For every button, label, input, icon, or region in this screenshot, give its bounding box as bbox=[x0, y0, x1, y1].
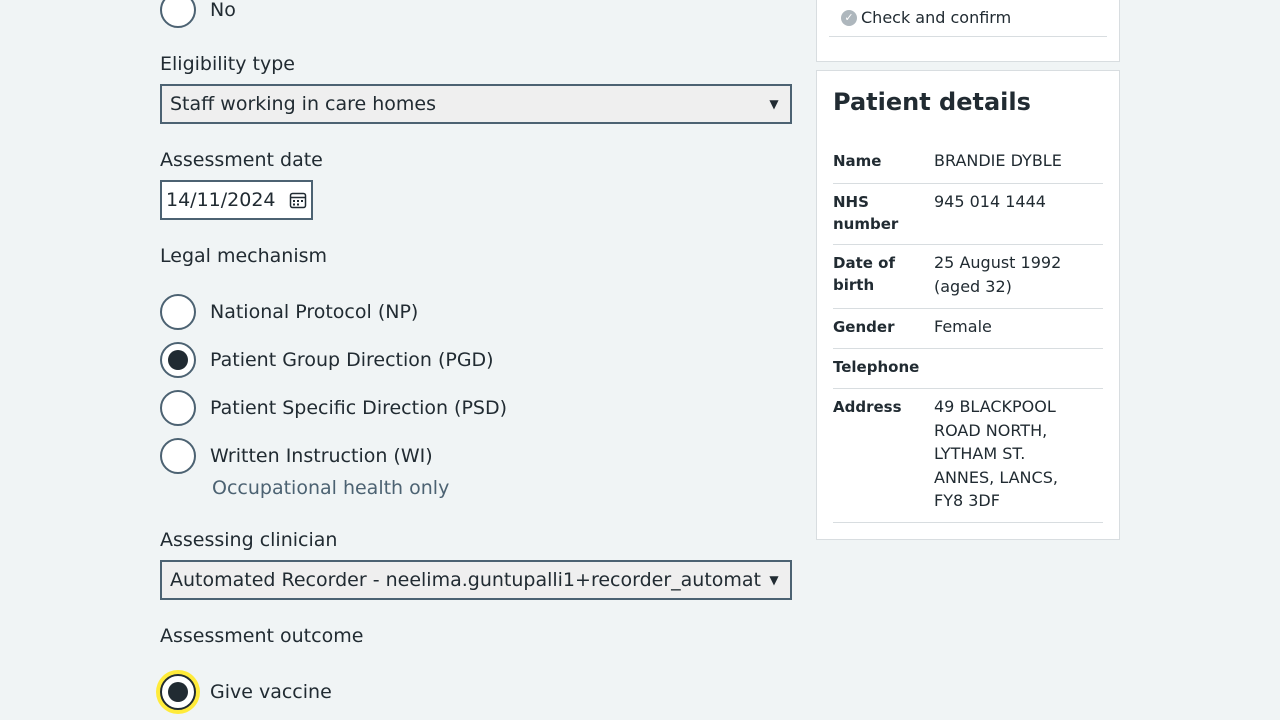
assessment-date-value: 14/11/2024 bbox=[166, 189, 276, 211]
detail-row-date-of-birth: Date of birth 25 August 1992 (aged 32) bbox=[833, 245, 1103, 309]
detail-value: 49 BLACKPOOL ROAD NORTH, LYTHAM ST. ANNE… bbox=[934, 397, 1058, 510]
radio-label: Patient Specific Direction (PSD) bbox=[210, 397, 508, 419]
radio-circle[interactable] bbox=[160, 438, 196, 474]
chevron-down-icon: ▼ bbox=[769, 573, 779, 587]
eligibility-type-select[interactable]: Staff working in care homes ▼ bbox=[160, 84, 792, 124]
detail-key: Telephone bbox=[833, 358, 920, 376]
assessment-outcome-label: Assessment outcome bbox=[160, 625, 364, 647]
written-instruction-hint: Occupational health only bbox=[212, 477, 450, 499]
radio-no[interactable]: No bbox=[160, 0, 236, 30]
chevron-down-icon: ▼ bbox=[769, 97, 779, 111]
radio-label: National Protocol (NP) bbox=[210, 301, 419, 323]
legal-mechanism-label: Legal mechanism bbox=[160, 245, 328, 267]
detail-key: Gender bbox=[833, 318, 895, 336]
radio-selected-dot bbox=[168, 350, 188, 370]
assessing-clinician-label: Assessing clinician bbox=[160, 529, 338, 551]
detail-value: 945 014 1444 bbox=[934, 192, 1046, 211]
detail-row-telephone: Telephone bbox=[833, 349, 1103, 389]
detail-key: Name bbox=[833, 152, 882, 170]
detail-key: Address bbox=[833, 398, 902, 416]
radio-no-label: No bbox=[210, 0, 236, 21]
radio-no-circle[interactable] bbox=[160, 0, 196, 28]
detail-value: 25 August 1992 (aged 32) bbox=[934, 253, 1062, 296]
assessing-clinician-select[interactable]: Automated Recorder - neelima.guntupalli1… bbox=[160, 560, 792, 600]
radio-label: Give vaccine bbox=[210, 681, 332, 703]
radio-circle-selected[interactable] bbox=[160, 342, 196, 378]
detail-value: Female bbox=[934, 317, 992, 336]
detail-row-address: Address 49 BLACKPOOL ROAD NORTH, LYTHAM … bbox=[833, 389, 1103, 523]
task-check-and-confirm[interactable]: ✓ Check and confirm bbox=[829, 0, 1107, 37]
check-circle-icon: ✓ bbox=[841, 9, 857, 26]
assessment-date-input[interactable]: 14/11/2024 bbox=[160, 180, 313, 220]
radio-selected-dot bbox=[168, 682, 188, 702]
radio-written-instruction[interactable]: Written Instruction (WI) bbox=[160, 436, 433, 476]
panel-title: Patient details bbox=[833, 88, 1031, 116]
detail-row-nhs-number: NHS number 945 014 1444 bbox=[833, 184, 1103, 245]
detail-value: BRANDIE DYBLE bbox=[934, 151, 1062, 170]
assessment-date-label: Assessment date bbox=[160, 149, 323, 171]
detail-row-gender: Gender Female bbox=[833, 309, 1103, 349]
patient-details-panel: Patient details Name BRANDIE DYBLE NHS n… bbox=[816, 70, 1120, 540]
radio-circle[interactable] bbox=[160, 390, 196, 426]
radio-patient-group-direction[interactable]: Patient Group Direction (PGD) bbox=[160, 340, 494, 380]
radio-national-protocol[interactable]: National Protocol (NP) bbox=[160, 292, 418, 332]
detail-key: Date of birth bbox=[833, 254, 895, 294]
radio-give-vaccine[interactable]: Give vaccine bbox=[160, 672, 332, 712]
radio-circle-focused[interactable] bbox=[160, 674, 196, 710]
radio-label: Written Instruction (WI) bbox=[210, 445, 433, 467]
radio-circle[interactable] bbox=[160, 294, 196, 330]
radio-label: Patient Group Direction (PGD) bbox=[210, 349, 494, 371]
task-label: Check and confirm bbox=[861, 8, 1012, 27]
detail-key: NHS number bbox=[833, 193, 899, 233]
eligibility-type-label: Eligibility type bbox=[160, 53, 295, 75]
detail-row-name: Name BRANDIE DYBLE bbox=[833, 139, 1103, 184]
task-list-panel: ✓ Check and confirm bbox=[816, 0, 1120, 62]
radio-patient-specific-direction[interactable]: Patient Specific Direction (PSD) bbox=[160, 388, 507, 428]
eligibility-type-value: Staff working in care homes bbox=[170, 93, 437, 115]
calendar-icon[interactable] bbox=[289, 191, 307, 209]
assessing-clinician-value: Automated Recorder - neelima.guntupalli1… bbox=[170, 569, 762, 591]
